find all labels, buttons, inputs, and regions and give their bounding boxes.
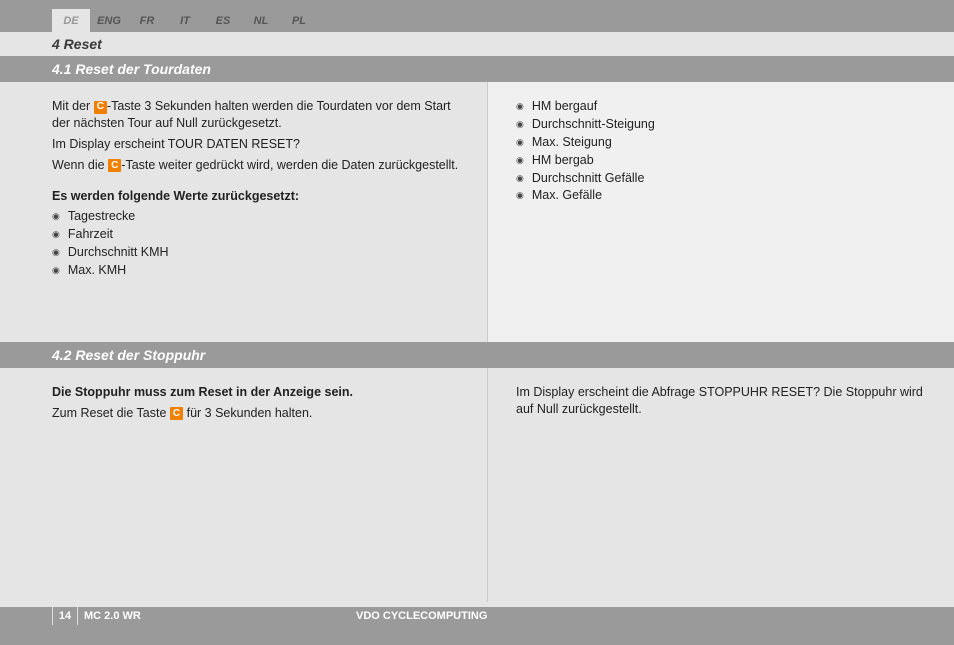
list-item: Max. Gefälle xyxy=(516,187,934,204)
paragraph: Im Display erscheint die Abfrage STOPPUH… xyxy=(516,384,934,418)
reset-values-heading: Es werden folgende Werte zurückgesetzt: xyxy=(52,188,467,205)
lang-tab-eng[interactable]: ENG xyxy=(90,9,128,32)
reset-values-list-left: TagestreckeFahrzeitDurchschnitt KMHMax. … xyxy=(52,208,467,279)
section-4-2-content: Die Stoppuhr muss zum Reset in der Anzei… xyxy=(0,368,954,602)
c-key-icon: C xyxy=(108,159,121,172)
lang-tab-pl[interactable]: PL xyxy=(280,9,318,32)
paragraph: Mit der C-Taste 3 Sekunden halten werden… xyxy=(52,98,467,132)
list-item: Durchschnitt-Steigung xyxy=(516,116,934,133)
list-item: Durchschnitt KMH xyxy=(52,244,467,261)
list-item: Tagestrecke xyxy=(52,208,467,225)
lang-tab-it[interactable]: IT xyxy=(166,9,204,32)
lang-tab-fr[interactable]: FR xyxy=(128,9,166,32)
list-item: HM bergauf xyxy=(516,98,934,115)
chapter-title: 4 Reset xyxy=(0,32,954,56)
section-4-1-left-column: Mit der C-Taste 3 Sekunden halten werden… xyxy=(0,82,488,342)
section-4-1-title: 4.1 Reset der Tourdaten xyxy=(0,56,954,82)
section-4-2-title: 4.2 Reset der Stoppuhr xyxy=(0,342,954,368)
paragraph: Im Display erscheint TOUR DATEN RESET? xyxy=(52,136,467,153)
c-key-icon: C xyxy=(170,407,183,420)
reset-values-list-right: HM bergaufDurchschnitt-SteigungMax. Stei… xyxy=(516,98,934,204)
text: für 3 Sekunden halten. xyxy=(183,406,312,420)
footer-brand: VDO CYCLECOMPUTING xyxy=(356,607,487,625)
list-item: HM bergab xyxy=(516,152,934,169)
footer-model: MC 2.0 WR xyxy=(84,607,141,625)
c-key-icon: C xyxy=(94,101,107,114)
text: -Taste 3 Sekunden halten werden die Tour… xyxy=(52,99,451,130)
list-item: Max. Steigung xyxy=(516,134,934,151)
section-4-1-content: Mit der C-Taste 3 Sekunden halten werden… xyxy=(0,82,954,342)
footer: 14 MC 2.0 WR VDO CYCLECOMPUTING xyxy=(0,607,954,645)
list-item: Durchschnitt Gefälle xyxy=(516,170,934,187)
text: Wenn die xyxy=(52,158,108,172)
lang-tab-nl[interactable]: NL xyxy=(242,9,280,32)
section-4-2-right-column: Im Display erscheint die Abfrage STOPPUH… xyxy=(488,368,954,602)
list-item: Max. KMH xyxy=(52,262,467,279)
language-tabs: DEENGFRITESNLPL xyxy=(52,0,318,32)
paragraph: Wenn die C-Taste weiter gedrückt wird, w… xyxy=(52,157,467,174)
lang-tab-es[interactable]: ES xyxy=(204,9,242,32)
text: Zum Reset die Taste xyxy=(52,406,170,420)
section-4-1-right-column: HM bergaufDurchschnitt-SteigungMax. Stei… xyxy=(488,82,954,342)
page-number: 14 xyxy=(52,607,78,625)
text: Mit der xyxy=(52,99,94,113)
lang-tab-de[interactable]: DE xyxy=(52,9,90,32)
stopwatch-reset-heading: Die Stoppuhr muss zum Reset in der Anzei… xyxy=(52,384,467,401)
section-4-2-left-column: Die Stoppuhr muss zum Reset in der Anzei… xyxy=(0,368,488,602)
list-item: Fahrzeit xyxy=(52,226,467,243)
paragraph: Zum Reset die Taste C für 3 Sekunden hal… xyxy=(52,405,467,422)
language-bar-strip: DEENGFRITESNLPL xyxy=(0,0,954,32)
text: -Taste weiter gedrückt wird, werden die … xyxy=(121,158,458,172)
